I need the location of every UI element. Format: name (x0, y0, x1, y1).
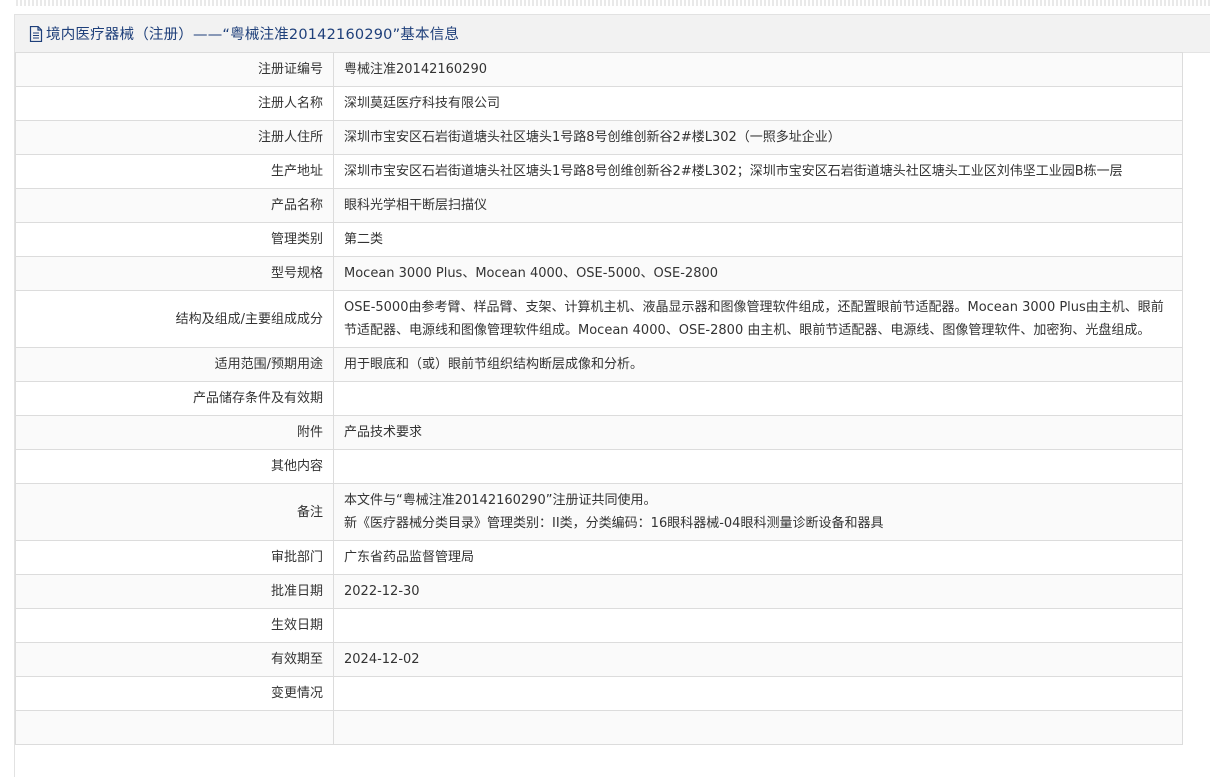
row-label: 有效期至 (15, 642, 334, 677)
row-value: 本文件与“粤械注准20142160290”注册证共同使用。新《医疗器械分类目录》… (333, 483, 1183, 541)
table-row-extra-row (15, 710, 1183, 745)
row-value-line: 本文件与“粤械注准20142160290”注册证共同使用。 (344, 493, 657, 508)
row-label (15, 710, 334, 745)
row-label: 型号规格 (15, 256, 334, 291)
row-label: 产品名称 (15, 188, 334, 223)
row-label: 生产地址 (15, 154, 334, 189)
row-value: 眼科光学相干断层扫描仪 (333, 188, 1183, 223)
table-row-valid-until: 有效期至 2024-12-02 (15, 642, 1183, 677)
row-value: 粤械注准20142160290 (333, 52, 1183, 87)
table-row-management-category: 管理类别 第二类 (15, 222, 1183, 257)
table-row-change-history: 变更情况 (15, 676, 1183, 711)
info-table-wrap: 注册证编号 粤械注准20142160290 注册人名称 深圳莫廷医疗科技有限公司 注册人… (15, 52, 1183, 745)
table-row-other-content: 其他内容 (15, 449, 1183, 484)
row-value: 深圳市宝安区石岩街道塘头社区塘头1号路8号创维创新谷2#楼L302；深圳市宝安区… (333, 154, 1183, 189)
top-strip (0, 0, 1210, 6)
document-icon (29, 25, 43, 42)
row-value: 广东省药品监督管理局 (333, 540, 1183, 575)
table-row-remarks: 备注 本文件与“粤械注准20142160290”注册证共同使用。新《医疗器械分类目… (15, 483, 1183, 541)
page-title: 境内医疗器械（注册）——“粤械注准20142160290”基本信息 (46, 27, 460, 43)
row-label: 注册人住所 (15, 120, 334, 155)
table-row-registrant-name: 注册人名称 深圳莫廷医疗科技有限公司 (15, 86, 1183, 121)
row-value: OSE-5000由参考臂、样品臂、支架、计算机主机、液晶显示器和图像管理软件组成… (333, 290, 1183, 348)
row-value (333, 381, 1183, 416)
row-label: 适用范围/预期用途 (15, 347, 334, 382)
row-label: 变更情况 (15, 676, 334, 711)
row-value: 2024-12-02 (333, 642, 1183, 677)
table-row-production-address: 生产地址 深圳市宝安区石岩街道塘头社区塘头1号路8号创维创新谷2#楼L302；深圳… (15, 154, 1183, 189)
row-value: 产品技术要求 (333, 415, 1183, 450)
row-value: 深圳莫廷医疗科技有限公司 (333, 86, 1183, 121)
row-label: 注册人名称 (15, 86, 334, 121)
info-table: 注册证编号 粤械注准20142160290 注册人名称 深圳莫廷医疗科技有限公司 注册人… (15, 52, 1183, 745)
table-row-model-spec: 型号规格 Mocean 3000 Plus、Mocean 4000、OSE-500… (15, 256, 1183, 291)
panel-header: 境内医疗器械（注册）——“粤械注准20142160290”基本信息 (15, 15, 1210, 53)
row-value (333, 710, 1183, 745)
row-value (333, 608, 1183, 643)
row-label: 其他内容 (15, 449, 334, 484)
table-row-storage-conditions: 产品储存条件及有效期 (15, 381, 1183, 416)
row-value: 深圳市宝安区石岩街道塘头社区塘头1号路8号创维创新谷2#楼L302（一照多址企业… (333, 120, 1183, 155)
table-row-approval-date: 批准日期 2022-12-30 (15, 574, 1183, 609)
row-label: 附件 (15, 415, 334, 450)
table-row-effective-date: 生效日期 (15, 608, 1183, 643)
table-row-attachments: 附件 产品技术要求 (15, 415, 1183, 450)
row-value (333, 676, 1183, 711)
info-table-body: 注册证编号 粤械注准20142160290 注册人名称 深圳莫廷医疗科技有限公司 注册人… (15, 52, 1183, 745)
row-label: 产品储存条件及有效期 (15, 381, 334, 416)
table-row-product-name: 产品名称 眼科光学相干断层扫描仪 (15, 188, 1183, 223)
table-row-approval-department: 审批部门 广东省药品监督管理局 (15, 540, 1183, 575)
row-label: 注册证编号 (15, 52, 334, 87)
table-row-intended-use: 适用范围/预期用途 用于眼底和（或）眼前节组织结构断层成像和分析。 (15, 347, 1183, 382)
row-label: 管理类别 (15, 222, 334, 257)
row-value-line: 新《医疗器械分类目录》管理类别：II类，分类编码：16眼科器械-04眼科测量诊断… (344, 516, 884, 531)
row-label: 生效日期 (15, 608, 334, 643)
left-rail (0, 0, 14, 776)
table-row-structure-composition: 结构及组成/主要组成成分 OSE-5000由参考臂、样品臂、支架、计算机主机、液晶… (15, 290, 1183, 348)
row-label: 备注 (15, 483, 334, 541)
row-label: 审批部门 (15, 540, 334, 575)
row-value: Mocean 3000 Plus、Mocean 4000、OSE-5000、OS… (333, 256, 1183, 291)
table-row-registrant-address: 注册人住所 深圳市宝安区石岩街道塘头社区塘头1号路8号创维创新谷2#楼L302（一… (15, 120, 1183, 155)
row-value: 2022-12-30 (333, 574, 1183, 609)
table-row-registration-number: 注册证编号 粤械注准20142160290 (15, 52, 1183, 87)
row-label: 批准日期 (15, 574, 334, 609)
row-value: 第二类 (333, 222, 1183, 257)
row-value: 用于眼底和（或）眼前节组织结构断层成像和分析。 (333, 347, 1183, 382)
row-label: 结构及组成/主要组成成分 (15, 290, 334, 348)
row-value (333, 449, 1183, 484)
